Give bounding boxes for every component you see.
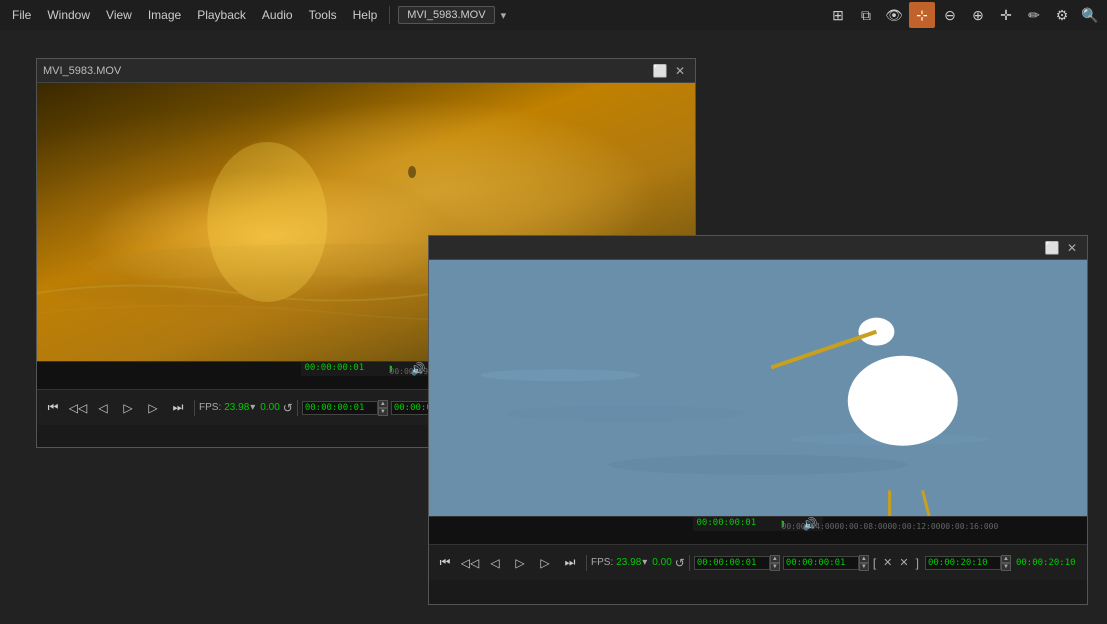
- toolbar-right: ⊞ ⧉ 👁 ⊹ ⊖ ⊕ ✛ ✏ ⚙ 🔍: [825, 2, 1103, 28]
- play-btn-2[interactable]: ▷: [508, 553, 532, 573]
- duration-label-2: 00:00:20:10: [1016, 558, 1076, 568]
- egret-svg: [429, 260, 1087, 516]
- out-point-spinbox-2[interactable]: ▲ ▼: [925, 555, 1011, 571]
- menu-tools[interactable]: Tools: [301, 4, 345, 26]
- time-down-2[interactable]: ▼: [770, 563, 780, 571]
- tl2-label-2: 00:00:08:00: [835, 522, 888, 531]
- search-icon-btn[interactable]: 🔍: [1077, 2, 1103, 28]
- window-1-maximize-btn[interactable]: ⬜: [651, 62, 669, 80]
- select-icon-btn[interactable]: ⊹: [909, 2, 935, 28]
- out-up-2[interactable]: ▲: [1001, 555, 1011, 563]
- step-fwd-btn-2[interactable]: ▷: [533, 553, 557, 573]
- video-window-2: ⬜ ✕: [428, 235, 1088, 605]
- menu-help[interactable]: Help: [345, 4, 386, 26]
- reload-btn-1[interactable]: ↺: [283, 401, 293, 415]
- timeline-1-current-time: 00:00:00:01: [305, 363, 365, 373]
- in-down-2[interactable]: ▼: [859, 563, 869, 571]
- in-up-2[interactable]: ▲: [859, 555, 869, 563]
- tl2-label-1: 00:00:04:00: [782, 522, 835, 531]
- filename-dropdown[interactable]: ▾: [495, 5, 513, 26]
- current-time-arrows-1: ▲ ▼: [378, 400, 388, 416]
- zoom-in-icon-btn[interactable]: ⊕: [965, 2, 991, 28]
- mark-out-btn-2[interactable]: ]: [913, 556, 922, 570]
- speed-value-2: 0.00: [652, 557, 671, 568]
- menu-playback[interactable]: Playback: [189, 4, 254, 26]
- timeline-track-1[interactable]: 00:00:09:00 00:00:18:00 00:00:27:00 00:0…: [389, 365, 391, 373]
- out-point-arrows-2: ▲ ▼: [1001, 555, 1011, 571]
- menu-audio[interactable]: Audio: [254, 4, 301, 26]
- divider-1: [194, 400, 195, 416]
- timeline-2-current-time: 00:00:00:01: [697, 518, 757, 528]
- prev-frame-btn-1[interactable]: ◁◁: [66, 398, 90, 418]
- divider-3: [586, 555, 587, 571]
- goto-start-btn-1[interactable]: ⏮: [41, 398, 65, 418]
- time-up-1[interactable]: ▲: [378, 400, 388, 408]
- out-down-2[interactable]: ▼: [1001, 563, 1011, 571]
- speed-value-1: 0.00: [260, 402, 279, 413]
- clear-out-btn-2[interactable]: ✕: [896, 556, 911, 569]
- reload-btn-2[interactable]: ↺: [675, 556, 685, 570]
- in-point-spinbox-2[interactable]: ▲ ▼: [783, 555, 869, 571]
- mark-in-btn-2[interactable]: [: [870, 556, 879, 570]
- menu-window[interactable]: Window: [39, 4, 98, 26]
- fps-value-1: 23.98: [224, 402, 249, 413]
- fps-label-1: FPS:: [199, 402, 221, 413]
- tl2-label-3: 00:00:12:00: [887, 522, 940, 531]
- window-2-close-btn[interactable]: ✕: [1063, 239, 1081, 257]
- window-2-titlebar: ⬜ ✕: [429, 236, 1087, 260]
- goto-start-btn-2[interactable]: ⏮: [433, 553, 457, 573]
- current-time-input-2[interactable]: [694, 556, 770, 570]
- menu-bar: File Window View Image Playback Audio To…: [0, 0, 1107, 30]
- menu-separator-1: [389, 6, 390, 24]
- current-time-arrows-2: ▲ ▼: [770, 555, 780, 571]
- fps-label-2: FPS:: [591, 557, 613, 568]
- menu-file[interactable]: File: [4, 4, 39, 26]
- out-point-input-2[interactable]: [925, 556, 1001, 570]
- preview-icon-btn[interactable]: 👁: [881, 2, 907, 28]
- timeline-track-2[interactable]: 00:00:04:00 00:00:08:00 00:00:12:00 00:0…: [781, 520, 783, 528]
- window-1-title: MVI_5983.MOV: [43, 65, 649, 77]
- pencil-icon-btn[interactable]: ✏: [1021, 2, 1047, 28]
- goto-end-btn-1[interactable]: ⏭: [166, 398, 190, 418]
- zoom-out-icon-btn[interactable]: ⊖: [937, 2, 963, 28]
- step-back-btn-2[interactable]: ◁: [483, 553, 507, 573]
- current-time-spinbox-1[interactable]: ▲ ▼: [302, 400, 388, 416]
- controls-row-2: ⏮ ◁◁ ◁ ▷ ▷ ⏭ FPS: 23.98 ▾ 0.00 ↺ ▲ ▼: [429, 544, 1087, 580]
- grid-icon-btn[interactable]: ⊞: [825, 2, 851, 28]
- tl2-label-5: 0: [993, 522, 998, 531]
- prev-frame-btn-2[interactable]: ◁◁: [458, 553, 482, 573]
- timeline-bar-2[interactable]: 00:00:00:01 00:00:04:00 00:00:08:00 00:0…: [429, 516, 1087, 544]
- time-down-1[interactable]: ▼: [378, 408, 388, 416]
- current-time-input-1[interactable]: [302, 401, 378, 415]
- in-point-arrows-2: ▲ ▼: [859, 555, 869, 571]
- main-area: MVI_5983.MOV ⬜ ✕: [0, 30, 1107, 624]
- step-back-btn-1[interactable]: ◁: [91, 398, 115, 418]
- current-time-spinbox-2[interactable]: ▲ ▼: [694, 555, 780, 571]
- play-btn-1[interactable]: ▷: [116, 398, 140, 418]
- divider-4: [689, 555, 690, 571]
- window-1-titlebar: MVI_5983.MOV ⬜ ✕: [37, 59, 695, 83]
- settings-icon-btn[interactable]: ⚙: [1049, 2, 1075, 28]
- clear-in-btn-2[interactable]: ✕: [880, 556, 895, 569]
- in-point-input-2[interactable]: [783, 556, 859, 570]
- menu-image[interactable]: Image: [140, 4, 189, 26]
- move-icon-btn[interactable]: ✛: [993, 2, 1019, 28]
- video-display-2: [429, 260, 1087, 516]
- window-2-maximize-btn[interactable]: ⬜: [1043, 239, 1061, 257]
- fps-value-2: 23.98: [616, 557, 641, 568]
- menu-view[interactable]: View: [98, 4, 140, 26]
- goto-end-btn-2[interactable]: ⏭: [558, 553, 582, 573]
- step-fwd-btn-1[interactable]: ▷: [141, 398, 165, 418]
- fps-dropdown-1[interactable]: ▾: [250, 402, 255, 413]
- time-up-2[interactable]: ▲: [770, 555, 780, 563]
- active-filename: MVI_5983.MOV: [398, 6, 494, 24]
- duplicate-icon-btn[interactable]: ⧉: [853, 2, 879, 28]
- tl2-label-4: 00:00:16:00: [940, 522, 993, 531]
- window-1-close-btn[interactable]: ✕: [671, 62, 689, 80]
- divider-2: [297, 400, 298, 416]
- fps-dropdown-2[interactable]: ▾: [642, 557, 647, 568]
